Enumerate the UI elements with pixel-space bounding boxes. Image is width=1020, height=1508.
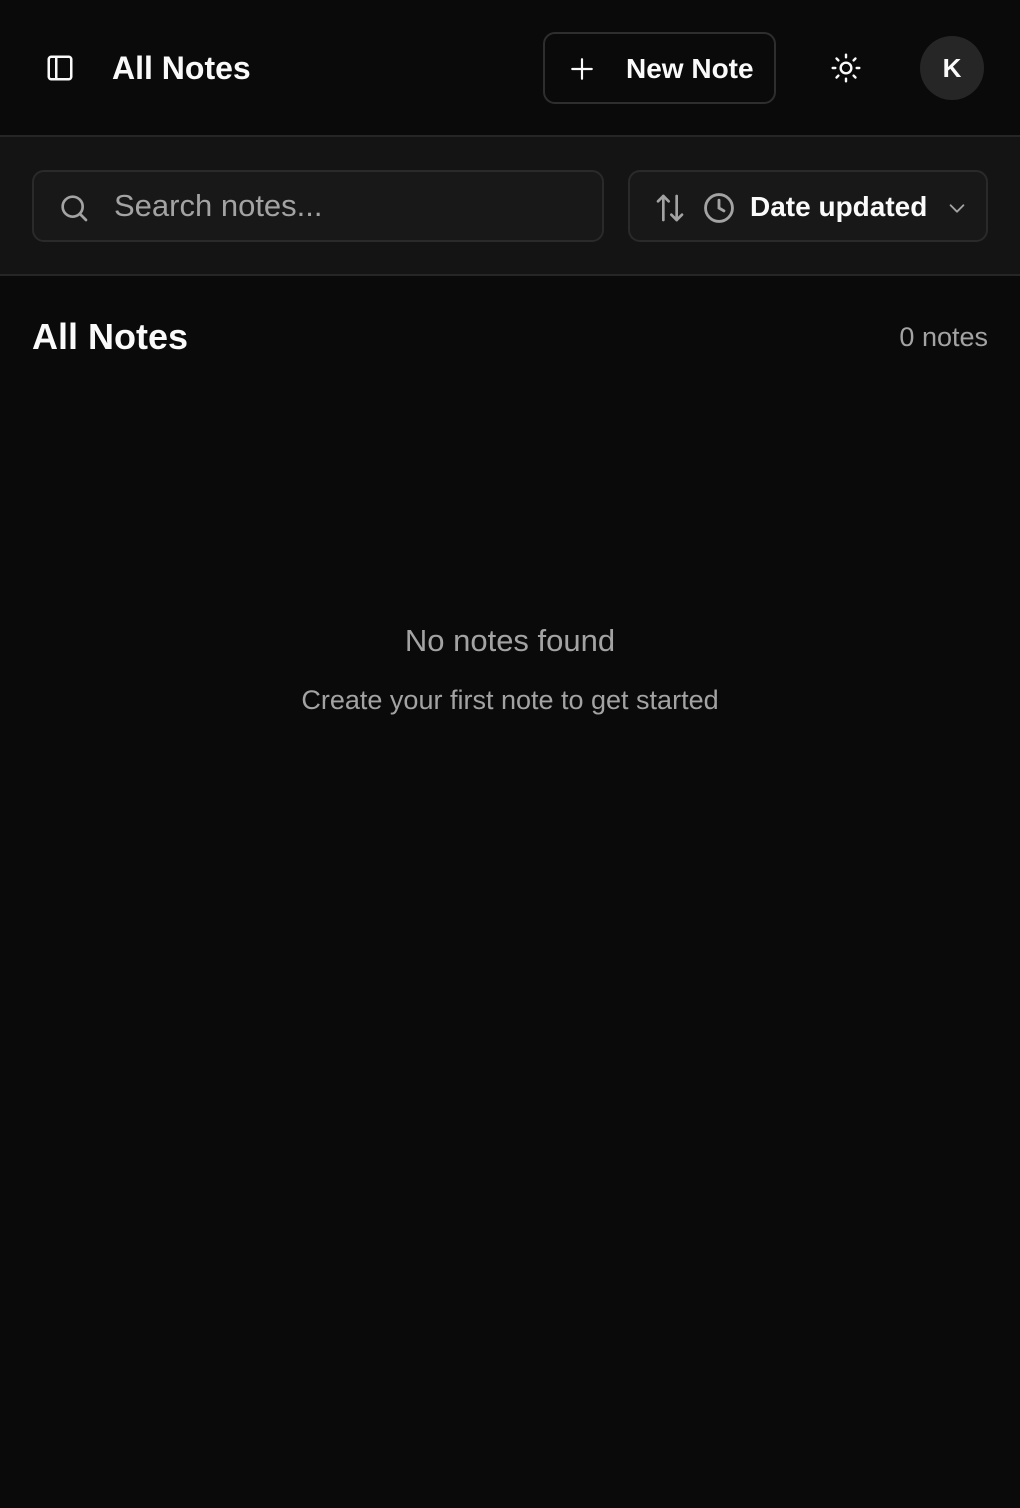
theme-toggle-button[interactable] [820, 44, 872, 92]
filter-toolbar: Date updated [0, 137, 1020, 276]
chevron-down-icon [949, 204, 965, 213]
user-avatar[interactable]: K [920, 36, 984, 100]
empty-state-title: No notes found [404, 623, 616, 658]
note-count: 0 notes [899, 322, 988, 352]
empty-state-subtitle: Create your first note to get started [301, 685, 719, 715]
sun-icon [831, 53, 861, 83]
sidebar-toggle-button[interactable] [36, 44, 84, 92]
arrow-up-down-icon [656, 194, 684, 222]
new-note-button[interactable]: New Note [543, 32, 776, 104]
search-input[interactable] [114, 172, 584, 240]
sort-select[interactable]: Date updated [628, 170, 988, 242]
plus-icon [571, 58, 593, 80]
top-header: All Notes New Note K [0, 0, 1020, 137]
section-title: All Notes [32, 316, 189, 357]
search-box[interactable] [32, 170, 604, 242]
panel-left-icon [47, 55, 73, 81]
clock-icon [704, 193, 734, 223]
sort-value: Date updated [750, 191, 928, 222]
new-note-label: New Note [626, 53, 754, 84]
search-icon [61, 195, 88, 222]
header-title: All Notes [112, 50, 251, 86]
